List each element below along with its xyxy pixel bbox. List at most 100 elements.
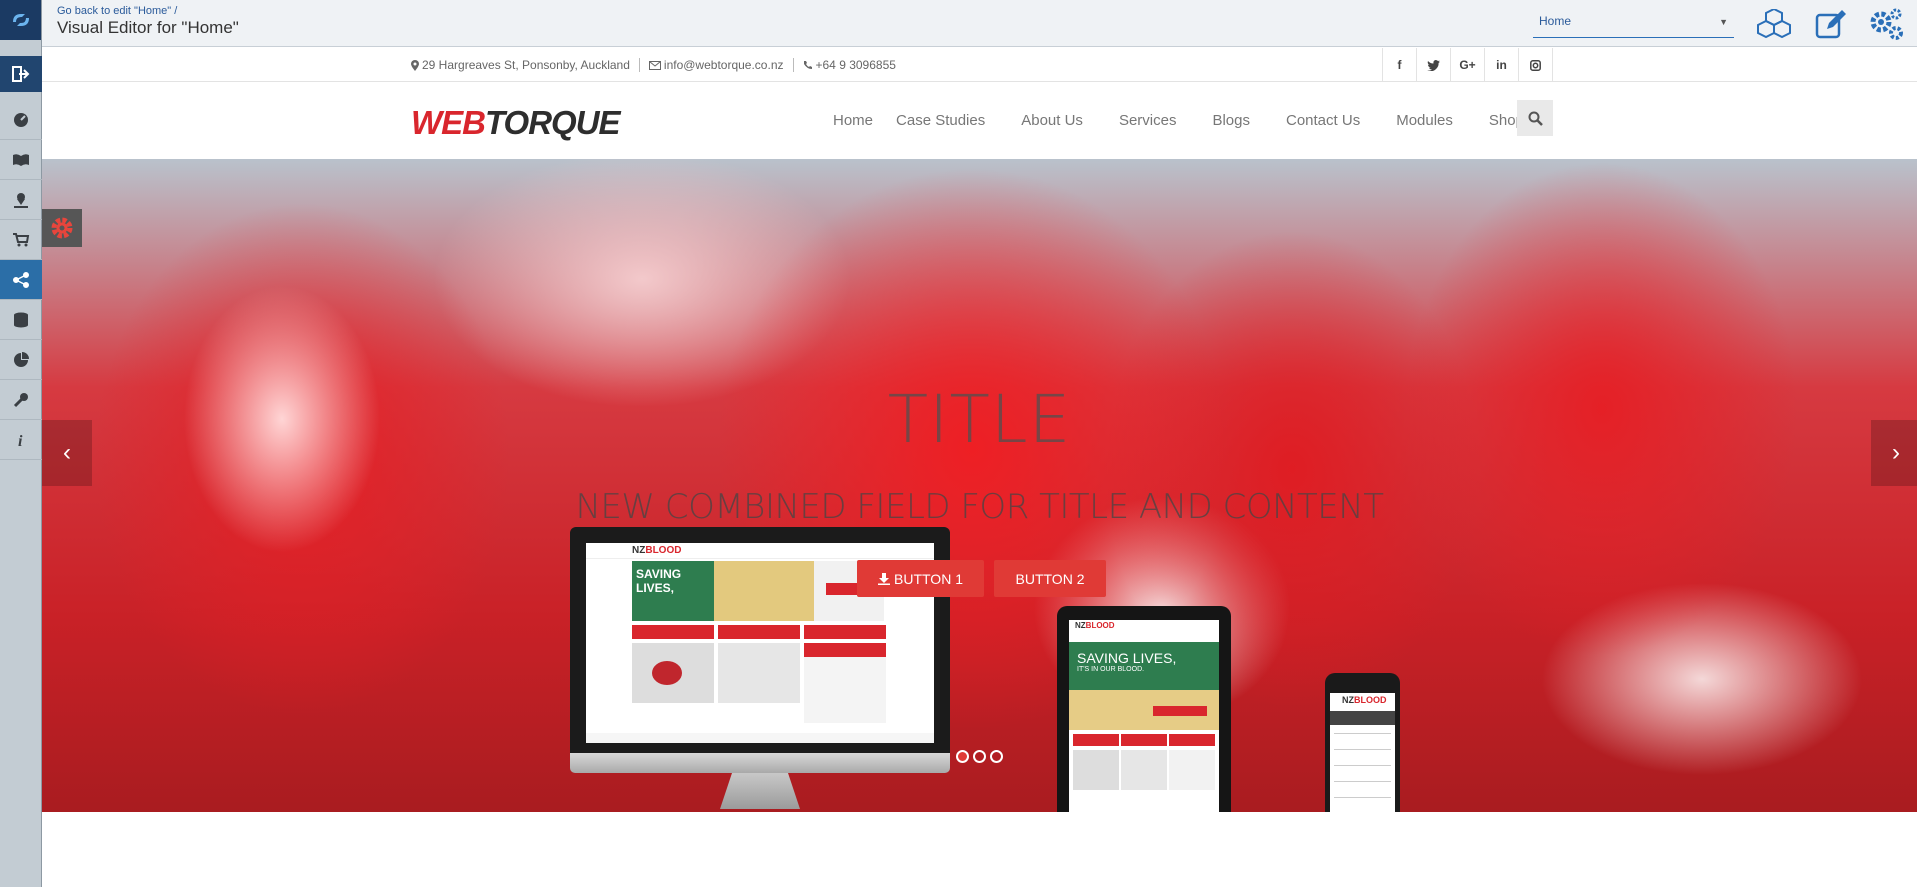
rail-dashboard-button[interactable] xyxy=(0,100,42,140)
gears-icon xyxy=(1870,8,1903,40)
contact-info: 29 Hargreaves St, Ponsonby, Auckland inf… xyxy=(411,58,896,72)
cubes-icon xyxy=(1757,9,1791,39)
mockup-logo: NZBLOOD xyxy=(632,545,682,556)
hero-slider: NZBLOOD SAVING LIVES, NZBLOOD SAVING LIV… xyxy=(42,159,1917,812)
cms-logo-icon xyxy=(12,14,29,26)
search-icon xyxy=(1528,111,1543,126)
rail-location-button[interactable] xyxy=(0,180,42,220)
address-item: 29 Hargreaves St, Ponsonby, Auckland xyxy=(411,58,630,72)
site-navbar: WEBTORQUE Home Case Studies About Us Ser… xyxy=(42,82,1917,159)
cms-sidebar: i xyxy=(0,0,42,887)
map-pin-icon xyxy=(14,192,28,208)
email-text: info@webtorque.co.nz xyxy=(663,58,784,72)
chevron-left-icon: ‹ xyxy=(63,439,71,466)
tablet-headline: SAVING LIVES, xyxy=(1077,650,1177,666)
slide-subtitle: NEW COMBINED FIELD FOR TITLE AND CONTENT xyxy=(575,487,1385,527)
chevron-down-icon: ▼ xyxy=(1719,17,1728,27)
info-icon: i xyxy=(18,433,23,449)
facebook-link[interactable]: f xyxy=(1383,48,1417,82)
email-item[interactable]: info@webtorque.co.nz xyxy=(648,58,784,72)
tablet-tagline: IT'S IN OUR BLOOD. xyxy=(1077,666,1145,673)
download-icon xyxy=(878,572,890,585)
menu-item-home[interactable]: Home xyxy=(833,112,873,129)
breadcrumb-back-link[interactable]: Go back to edit "Home" xyxy=(57,5,171,17)
menu-item-modules[interactable]: Modules xyxy=(1396,112,1453,129)
rail-sitemap-button[interactable] xyxy=(0,260,42,300)
map-marker-icon xyxy=(411,59,419,71)
phone-item[interactable]: +64 9 3096855 xyxy=(803,58,896,72)
logo-part-web: WEB xyxy=(411,104,486,141)
social-links: f G+ in xyxy=(1382,48,1553,82)
menu-item-blogs[interactable]: Blogs xyxy=(1212,112,1250,129)
edit-button[interactable] xyxy=(1813,7,1849,41)
rail-shop-button[interactable] xyxy=(0,220,42,260)
contact-bar: 29 Hargreaves St, Ponsonby, Auckland inf… xyxy=(42,48,1917,82)
divider xyxy=(638,58,640,72)
slide-title: TITLE xyxy=(887,381,1072,458)
envelope-icon xyxy=(648,60,661,70)
twitter-icon xyxy=(1427,59,1440,71)
linkedin-link[interactable]: in xyxy=(1485,48,1519,82)
dashboard-icon xyxy=(14,112,28,127)
svg-text:i: i xyxy=(18,433,23,449)
rail-info-button[interactable]: i xyxy=(0,420,42,460)
slide-button-2-label: BUTTON 2 xyxy=(1015,570,1085,587)
database-icon xyxy=(14,312,28,327)
menu-item-services[interactable]: Services xyxy=(1119,112,1177,129)
tablet-mockup-image: NZBLOOD SAVING LIVES, IT'S IN OUR BLOOD. xyxy=(1057,606,1231,812)
cms-logo[interactable] xyxy=(0,0,41,40)
slider-prev-button[interactable]: ‹ xyxy=(42,420,92,486)
editor-toolbar: Go back to edit "Home" / Visual Editor f… xyxy=(42,0,1917,47)
facebook-icon: f xyxy=(1397,58,1402,72)
menu-item-about-us[interactable]: About Us xyxy=(1021,112,1083,129)
address-text: 29 Hargreaves St, Ponsonby, Auckland xyxy=(422,58,630,72)
google-plus-link[interactable]: G+ xyxy=(1451,48,1485,82)
slider-next-button[interactable]: › xyxy=(1871,420,1917,486)
modules-button[interactable] xyxy=(1756,7,1792,41)
exit-editor-button[interactable] xyxy=(0,56,42,92)
settings-button[interactable] xyxy=(1868,7,1904,41)
phone-mockup-image: NZBLOOD xyxy=(1325,673,1400,812)
site-logo[interactable]: WEBTORQUE xyxy=(411,104,621,142)
cart-icon xyxy=(13,232,30,246)
sign-out-icon xyxy=(12,66,30,82)
google-plus-icon: G+ xyxy=(1459,58,1476,72)
breadcrumb: Go back to edit "Home" / xyxy=(57,5,177,17)
gear-icon xyxy=(51,217,73,239)
menu-item-contact-us[interactable]: Contact Us xyxy=(1286,112,1360,129)
breadcrumb-separator: / xyxy=(174,5,178,17)
rail-reports-button[interactable] xyxy=(0,340,42,380)
edit-icon xyxy=(1815,10,1846,39)
slider-dot[interactable] xyxy=(990,750,1003,763)
pie-chart-icon xyxy=(14,351,29,367)
instagram-icon xyxy=(1530,59,1541,71)
divider xyxy=(792,58,794,72)
website-preview: 29 Hargreaves St, Ponsonby, Auckland inf… xyxy=(42,48,1917,887)
logo-part-torque: TORQUE xyxy=(485,104,621,141)
rail-database-button[interactable] xyxy=(0,300,42,340)
slide-button-1[interactable]: BUTTON 1 xyxy=(857,560,984,597)
slide-button-2[interactable]: BUTTON 2 xyxy=(994,560,1106,597)
phone-text: +64 9 3096855 xyxy=(815,58,896,72)
mockup-headline: SAVING LIVES, xyxy=(632,561,714,621)
page-select-value: Home xyxy=(1539,14,1572,28)
page-select[interactable]: Home ▼ xyxy=(1533,11,1734,38)
rail-tools-button[interactable] xyxy=(0,380,42,420)
slider-dot[interactable] xyxy=(973,750,986,763)
phone-icon xyxy=(803,61,812,69)
slider-pagination xyxy=(956,750,1003,763)
share-nodes-icon xyxy=(13,271,29,288)
slider-dot[interactable] xyxy=(956,750,969,763)
page-title: Visual Editor for "Home" xyxy=(57,18,239,37)
twitter-link[interactable] xyxy=(1417,48,1451,82)
linkedin-icon: in xyxy=(1496,58,1507,72)
chevron-right-icon: › xyxy=(1892,439,1900,466)
rail-pages-button[interactable] xyxy=(0,140,42,180)
menu-item-case-studies[interactable]: Case Studies xyxy=(896,112,985,129)
main-menu: Home Case Studies About Us Services Blog… xyxy=(782,112,1524,129)
search-button[interactable] xyxy=(1517,100,1553,136)
block-settings-button[interactable] xyxy=(42,209,82,247)
slide-button-1-label: BUTTON 1 xyxy=(894,570,963,587)
instagram-link[interactable] xyxy=(1519,48,1553,82)
tools-icon xyxy=(13,392,28,407)
